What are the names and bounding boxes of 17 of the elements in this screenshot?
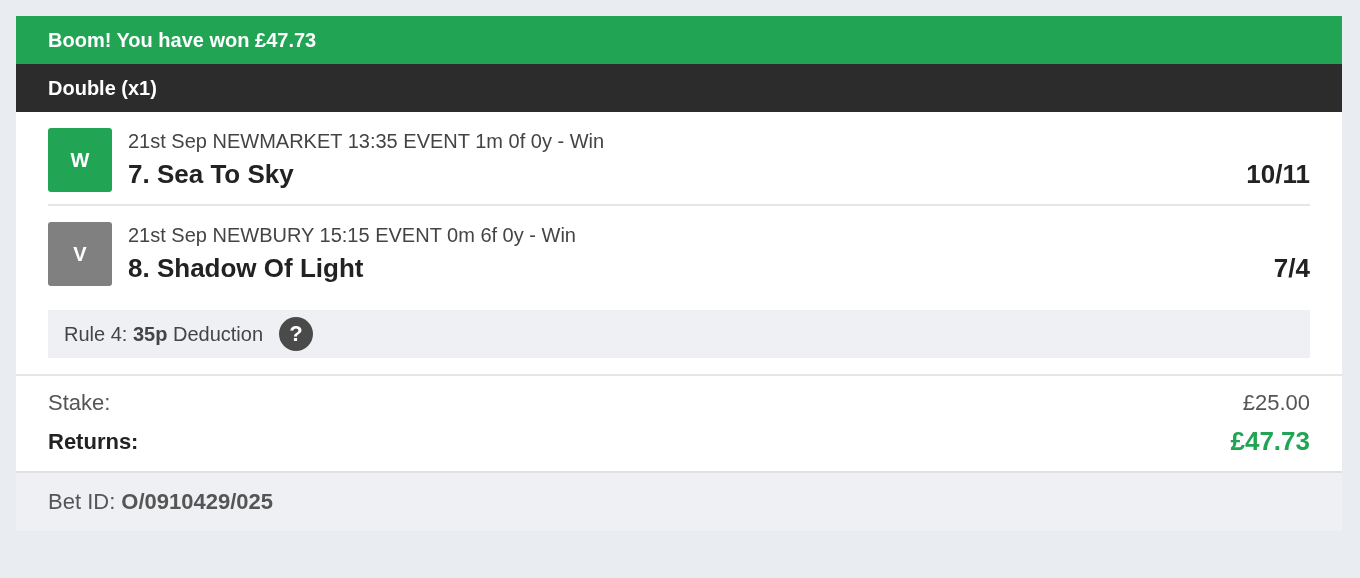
event-details: 21st Sep NEWBURY 15:15 EVENT 0m 6f 0y - Win: [128, 224, 577, 247]
rule-4-note: Rule 4: 35p Deduction: [64, 322, 264, 346]
runner-name: 8. Shadow Of Light: [128, 253, 364, 284]
odds: 10/11: [1246, 159, 1310, 190]
stake-value: £25.00: [1242, 390, 1310, 416]
win-banner: Boom! You have won £47.73: [16, 16, 1342, 64]
stake-label: Stake:: [48, 390, 111, 416]
event-details: 21st Sep NEWMARKET 13:35 EVENT 1m 0f 0y - Win: [128, 130, 606, 153]
returns-value: £47.73: [1230, 426, 1310, 457]
result-badge: W: [48, 128, 112, 192]
result-badge: V: [48, 222, 112, 286]
runner-name: 7. Sea To Sky: [128, 159, 294, 190]
help-button[interactable]: ?: [279, 317, 314, 351]
bet-type-header: Double (x1): [16, 64, 1342, 112]
returns-label: Returns:: [48, 428, 139, 455]
bet-id: Bet ID: O/0910429/025: [48, 489, 274, 515]
odds: 7/4: [1273, 253, 1310, 284]
